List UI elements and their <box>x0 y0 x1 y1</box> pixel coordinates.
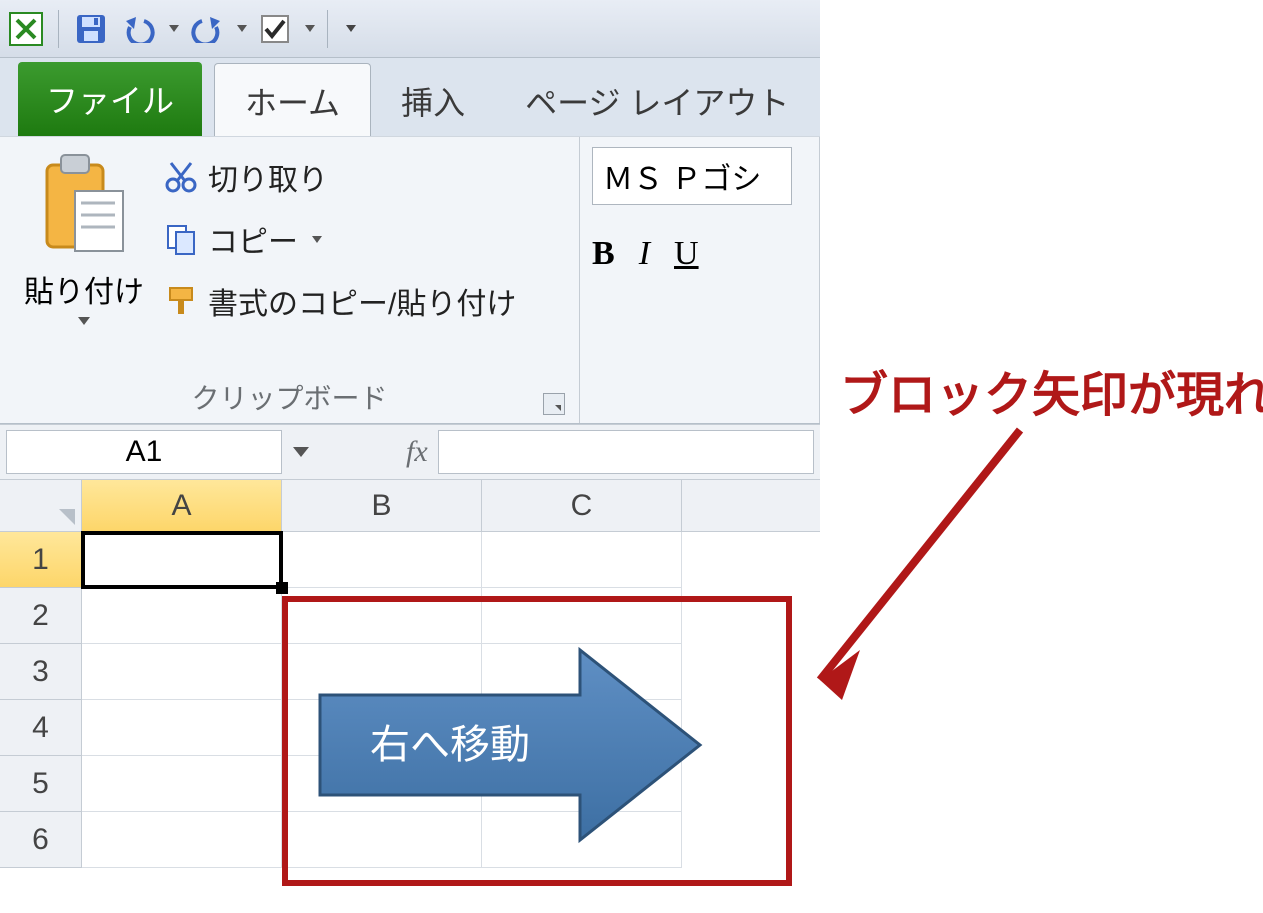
scissors-icon <box>164 160 198 194</box>
clipboard-group: 貼り付け 切り取り コピー 書式のコピー/貼り付け <box>0 137 580 423</box>
format-painter-button[interactable]: 書式のコピー/貼り付け <box>164 279 516 323</box>
row-header-4[interactable]: 4 <box>0 700 82 756</box>
separator <box>58 10 59 48</box>
redo-dropdown-icon[interactable] <box>237 25 247 32</box>
cell-a1[interactable] <box>82 532 282 588</box>
name-box-value: A1 <box>126 435 163 469</box>
checkbox-icon[interactable] <box>255 9 295 49</box>
row-header-6[interactable]: 6 <box>0 812 82 868</box>
undo-dropdown-icon[interactable] <box>169 25 179 32</box>
cell-a3[interactable] <box>82 644 282 700</box>
font-group: ＭＳ Ｐゴシ B I U <box>580 137 820 423</box>
cell-a6[interactable] <box>82 812 282 868</box>
tab-file[interactable]: ファイル <box>18 62 202 136</box>
dialog-launcher-icon[interactable] <box>543 393 565 415</box>
annotation-arrow-icon <box>790 420 1050 720</box>
formula-input[interactable] <box>438 430 814 474</box>
copy-dropdown-icon[interactable] <box>312 236 322 243</box>
table-row: 1 <box>0 532 820 588</box>
cut-label: 切り取り <box>208 155 328 199</box>
checkbox-dropdown-icon[interactable] <box>305 25 315 32</box>
annotation-highlight-box <box>282 596 792 886</box>
cut-button[interactable]: 切り取り <box>164 155 516 199</box>
copy-button[interactable]: コピー <box>164 217 516 261</box>
row-header-2[interactable]: 2 <box>0 588 82 644</box>
paste-icon <box>39 151 129 261</box>
row-header-1[interactable]: 1 <box>0 532 82 588</box>
font-name-select[interactable]: ＭＳ Ｐゴシ <box>592 147 792 205</box>
ribbon-tabs: ファイル ホーム 挿入 ページ レイアウト <box>0 58 820 136</box>
col-header-c[interactable]: C <box>482 480 682 531</box>
col-header-a[interactable]: A <box>82 480 282 531</box>
name-box-dropdown-icon[interactable] <box>293 447 309 457</box>
clipboard-group-label: クリップボード <box>10 371 569 419</box>
row-header-5[interactable]: 5 <box>0 756 82 812</box>
separator <box>327 10 328 48</box>
row-header-3[interactable]: 3 <box>0 644 82 700</box>
underline-button[interactable]: U <box>674 235 699 273</box>
paste-button[interactable]: 貼り付け <box>10 145 158 371</box>
ribbon: 貼り付け 切り取り コピー 書式のコピー/貼り付け <box>0 136 820 424</box>
save-icon[interactable] <box>71 9 111 49</box>
clipboard-list: 切り取り コピー 書式のコピー/貼り付け <box>158 145 524 371</box>
col-header-b[interactable]: B <box>282 480 482 531</box>
tab-insert[interactable]: 挿入 <box>371 64 495 136</box>
cell-c1[interactable] <box>482 532 682 588</box>
fx-icon[interactable]: fx <box>406 435 428 469</box>
copy-icon <box>164 222 198 256</box>
cell-a4[interactable] <box>82 700 282 756</box>
cell-a2[interactable] <box>82 588 282 644</box>
tab-page-layout[interactable]: ページ レイアウト <box>495 64 819 136</box>
select-all-corner[interactable] <box>0 480 82 531</box>
excel-app-icon <box>6 9 46 49</box>
paintbrush-icon <box>164 284 198 318</box>
tab-home[interactable]: ホーム <box>214 63 371 136</box>
quick-access-toolbar <box>0 0 820 58</box>
column-headers: A B C <box>0 480 820 532</box>
name-box[interactable]: A1 <box>6 430 282 474</box>
italic-button[interactable]: I <box>639 235 650 273</box>
formula-bar: A1 fx <box>0 424 820 480</box>
redo-icon[interactable] <box>187 9 227 49</box>
copy-label: コピー <box>208 217 298 261</box>
undo-icon[interactable] <box>119 9 159 49</box>
cell-a5[interactable] <box>82 756 282 812</box>
annotation-label: ブロック矢印が現れる <box>840 355 1263 425</box>
format-painter-label: 書式のコピー/貼り付け <box>208 279 516 323</box>
cell-b1[interactable] <box>282 532 482 588</box>
paste-dropdown-icon[interactable] <box>78 317 90 325</box>
fill-handle[interactable] <box>276 582 288 594</box>
bold-button[interactable]: B <box>592 235 615 273</box>
customize-qat-icon[interactable] <box>346 25 356 32</box>
paste-label: 貼り付け <box>24 267 144 311</box>
